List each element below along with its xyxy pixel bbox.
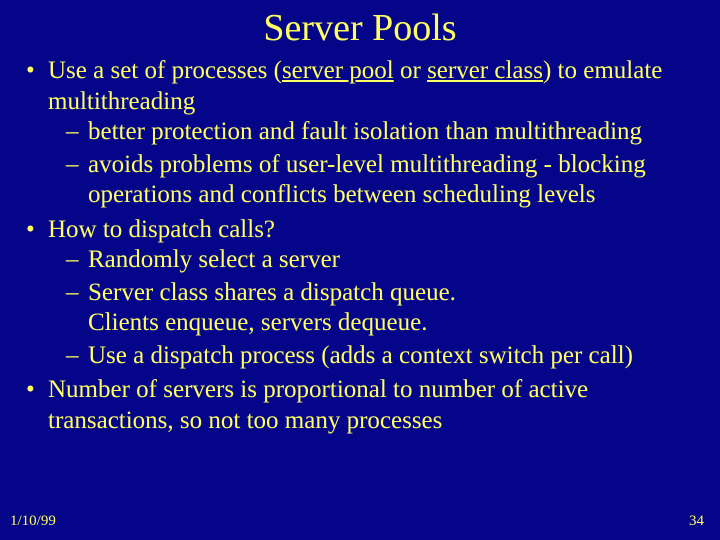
underline-server-pool: server pool: [282, 57, 394, 84]
bullet-1-sub-2: avoids problems of user-level multithrea…: [66, 150, 702, 211]
underline-server-class: server class: [427, 57, 543, 84]
bullet-1-text-pre: Use a set of processes (: [48, 57, 282, 84]
bullet-1-sub-1: better protection and fault isolation th…: [66, 117, 702, 148]
bullet-3: Number of servers is proportional to num…: [26, 375, 702, 436]
bullet-list: Use a set of processes (server pool or s…: [18, 56, 702, 436]
bullet-1-sublist: better protection and fault isolation th…: [48, 117, 702, 211]
bullet-1-text-mid: or: [394, 57, 427, 84]
slide-title: Server Pools: [18, 6, 702, 50]
bullet-2-sub-2: Server class shares a dispatch queue. Cl…: [66, 278, 702, 339]
bullet-2-sub-1: Randomly select a server: [66, 245, 702, 276]
bullet-2: How to dispatch calls? Randomly select a…: [26, 215, 702, 372]
bullet-2-sub-2-line-1: Server class shares a dispatch queue.: [88, 278, 702, 309]
bullet-2-sub-3: Use a dispatch process (adds a context s…: [66, 341, 702, 372]
bullet-2-sublist: Randomly select a server Server class sh…: [48, 245, 702, 371]
bullet-1: Use a set of processes (server pool or s…: [26, 56, 702, 211]
bullet-2-sub-2-line-2: Clients enqueue, servers dequeue.: [88, 308, 702, 339]
footer-date: 1/10/99: [10, 513, 56, 530]
footer-page-number: 34: [689, 513, 704, 530]
slide: Server Pools Use a set of processes (ser…: [0, 0, 720, 540]
bullet-2-text: How to dispatch calls?: [48, 216, 275, 243]
